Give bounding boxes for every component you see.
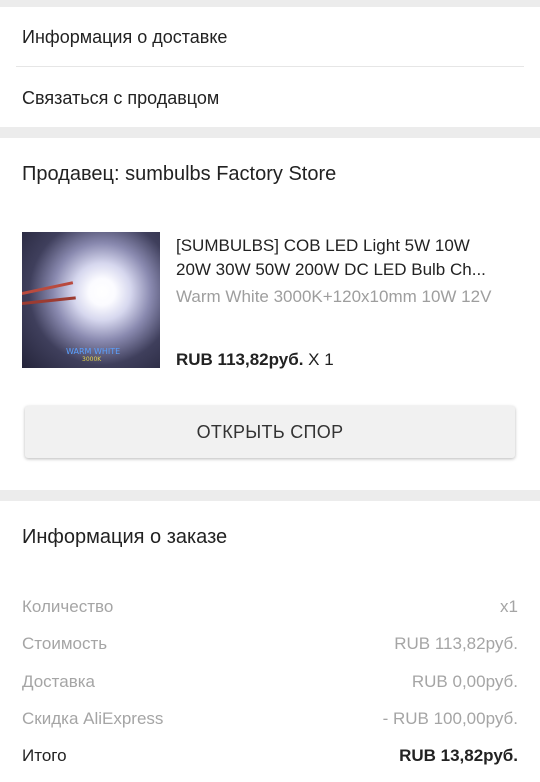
summary-row-total: Итого RUB 13,82руб. (22, 746, 518, 772)
summary-label: Доставка (22, 672, 96, 691)
seller-card: Продавец: sumbulbs Factory Store WARM WH… (0, 138, 540, 490)
product-price-line: RUB 113,82руб. X 1 (176, 350, 334, 370)
summary-label: Стоимость (22, 634, 108, 653)
summary-value: - RUB 100,00руб. (382, 709, 518, 728)
wire-decoration (22, 281, 74, 295)
product-image[interactable]: WARM WHITE 3000K (22, 232, 160, 368)
product-quantity: X 1 (303, 350, 334, 369)
contact-seller-link[interactable]: Связаться с продавцом (22, 88, 219, 109)
summary-label: Количество (22, 597, 114, 616)
product-title-line: 20W 30W 50W 200W DC LED Bulb Ch... (176, 260, 486, 279)
product-variant: Warm White 3000K+120x10mm 10W 12V (176, 287, 492, 306)
summary-value: x1 (500, 597, 518, 616)
links-card: Информация о доставке Связаться с продав… (0, 7, 540, 127)
summary-row-cost: Стоимость RUB 113,82руб. (22, 634, 518, 660)
summary-value: RUB 0,00руб. (411, 672, 518, 691)
summary-row-discount: Скидка AliExpress - RUB 100,00руб. (22, 709, 518, 735)
order-info-card: Информация о заказе Количество x1 Стоимо… (0, 501, 540, 782)
seller-name[interactable]: Продавец: sumbulbs Factory Store (22, 163, 336, 186)
image-caption: WARM WHITE (66, 347, 121, 356)
image-caption: 3000K (82, 356, 102, 363)
total-label: Итого (22, 746, 67, 765)
order-info-title: Информация о заказе (22, 526, 228, 548)
open-dispute-button[interactable]: ОТКРЫТЬ СПОР (25, 406, 515, 458)
product-title[interactable]: [SUMBULBS] COB LED Light 5W 10W 20W 30W … (176, 234, 520, 282)
total-value: RUB 13,82руб. (399, 746, 518, 765)
summary-row-quantity: Количество x1 (22, 597, 518, 623)
product-title-line: [SUMBULBS] COB LED Light 5W 10W (176, 236, 470, 255)
divider (16, 66, 524, 67)
summary-label: Скидка AliExpress (22, 709, 164, 728)
delivery-info-link[interactable]: Информация о доставке (22, 27, 227, 48)
summary-row-shipping: Доставка RUB 0,00руб. (22, 672, 518, 698)
product-price: RUB 113,82руб. (176, 350, 304, 369)
wire-decoration (22, 296, 76, 305)
summary-value: RUB 113,82руб. (394, 634, 518, 653)
